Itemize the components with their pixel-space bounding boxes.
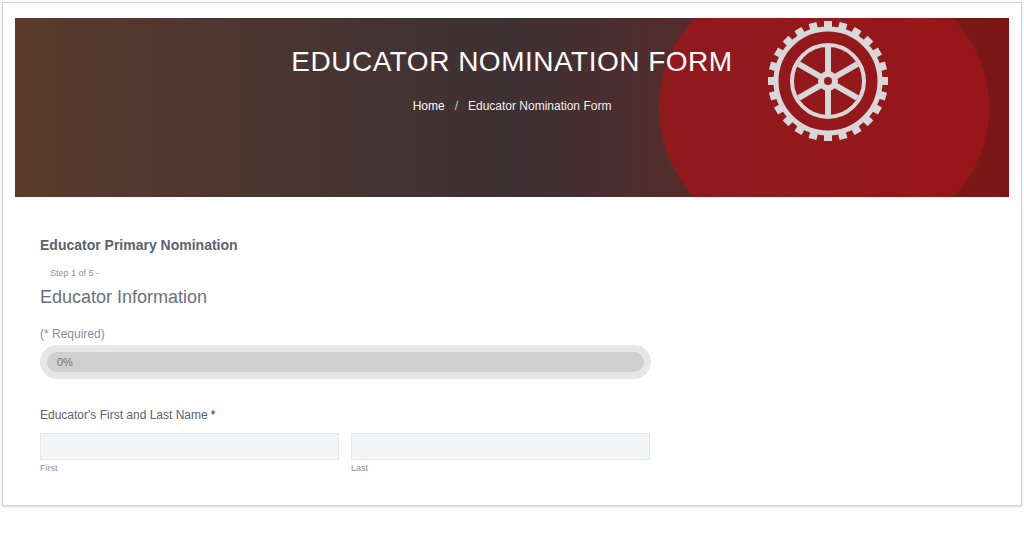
banner-title: EDUCATOR NOMINATION FORM — [291, 45, 732, 79]
progress-track: 0% — [47, 352, 644, 372]
step-indicator: Step 1 of 5 - — [50, 267, 1009, 279]
section-title: Educator Information — [40, 286, 1009, 308]
form: Educator Primary Nomination Step 1 of 5 -… — [15, 197, 1009, 474]
input-row: First Last — [40, 433, 1009, 474]
rotary-logo-icon — [767, 20, 889, 142]
input-sublabel: Last — [351, 462, 650, 474]
breadcrumb-separator: / — [455, 99, 458, 113]
progress-bar: 0% — [40, 345, 651, 379]
form-title: Educator Primary Nomination — [40, 236, 1009, 254]
page: EDUCATOR NOMINATION FORM Home / Educator No… — [0, 0, 1024, 558]
banner: EDUCATOR NOMINATION FORM Home / Educator No… — [15, 18, 1009, 197]
page-card: EDUCATOR NOMINATION FORM Home / Educator No… — [2, 2, 1022, 506]
breadcrumb-item[interactable]: Home — [413, 99, 445, 113]
required-mark: * — [211, 408, 216, 422]
text-input[interactable] — [40, 433, 339, 460]
name-field: Educator's First and Last Name* First Last — [40, 379, 1009, 474]
input-sublabel: First — [40, 462, 339, 474]
field-label: Educator's First and Last Name* — [40, 407, 1009, 423]
breadcrumb: Home / Educator Nomination Form — [413, 99, 612, 113]
progress-label: 0% — [47, 352, 644, 372]
input-group: First — [40, 433, 339, 474]
input-group: Last — [351, 433, 650, 474]
breadcrumb-item: Educator Nomination Form — [468, 99, 611, 113]
text-input[interactable] — [351, 433, 650, 460]
required-note: (* Required) — [40, 326, 1009, 342]
